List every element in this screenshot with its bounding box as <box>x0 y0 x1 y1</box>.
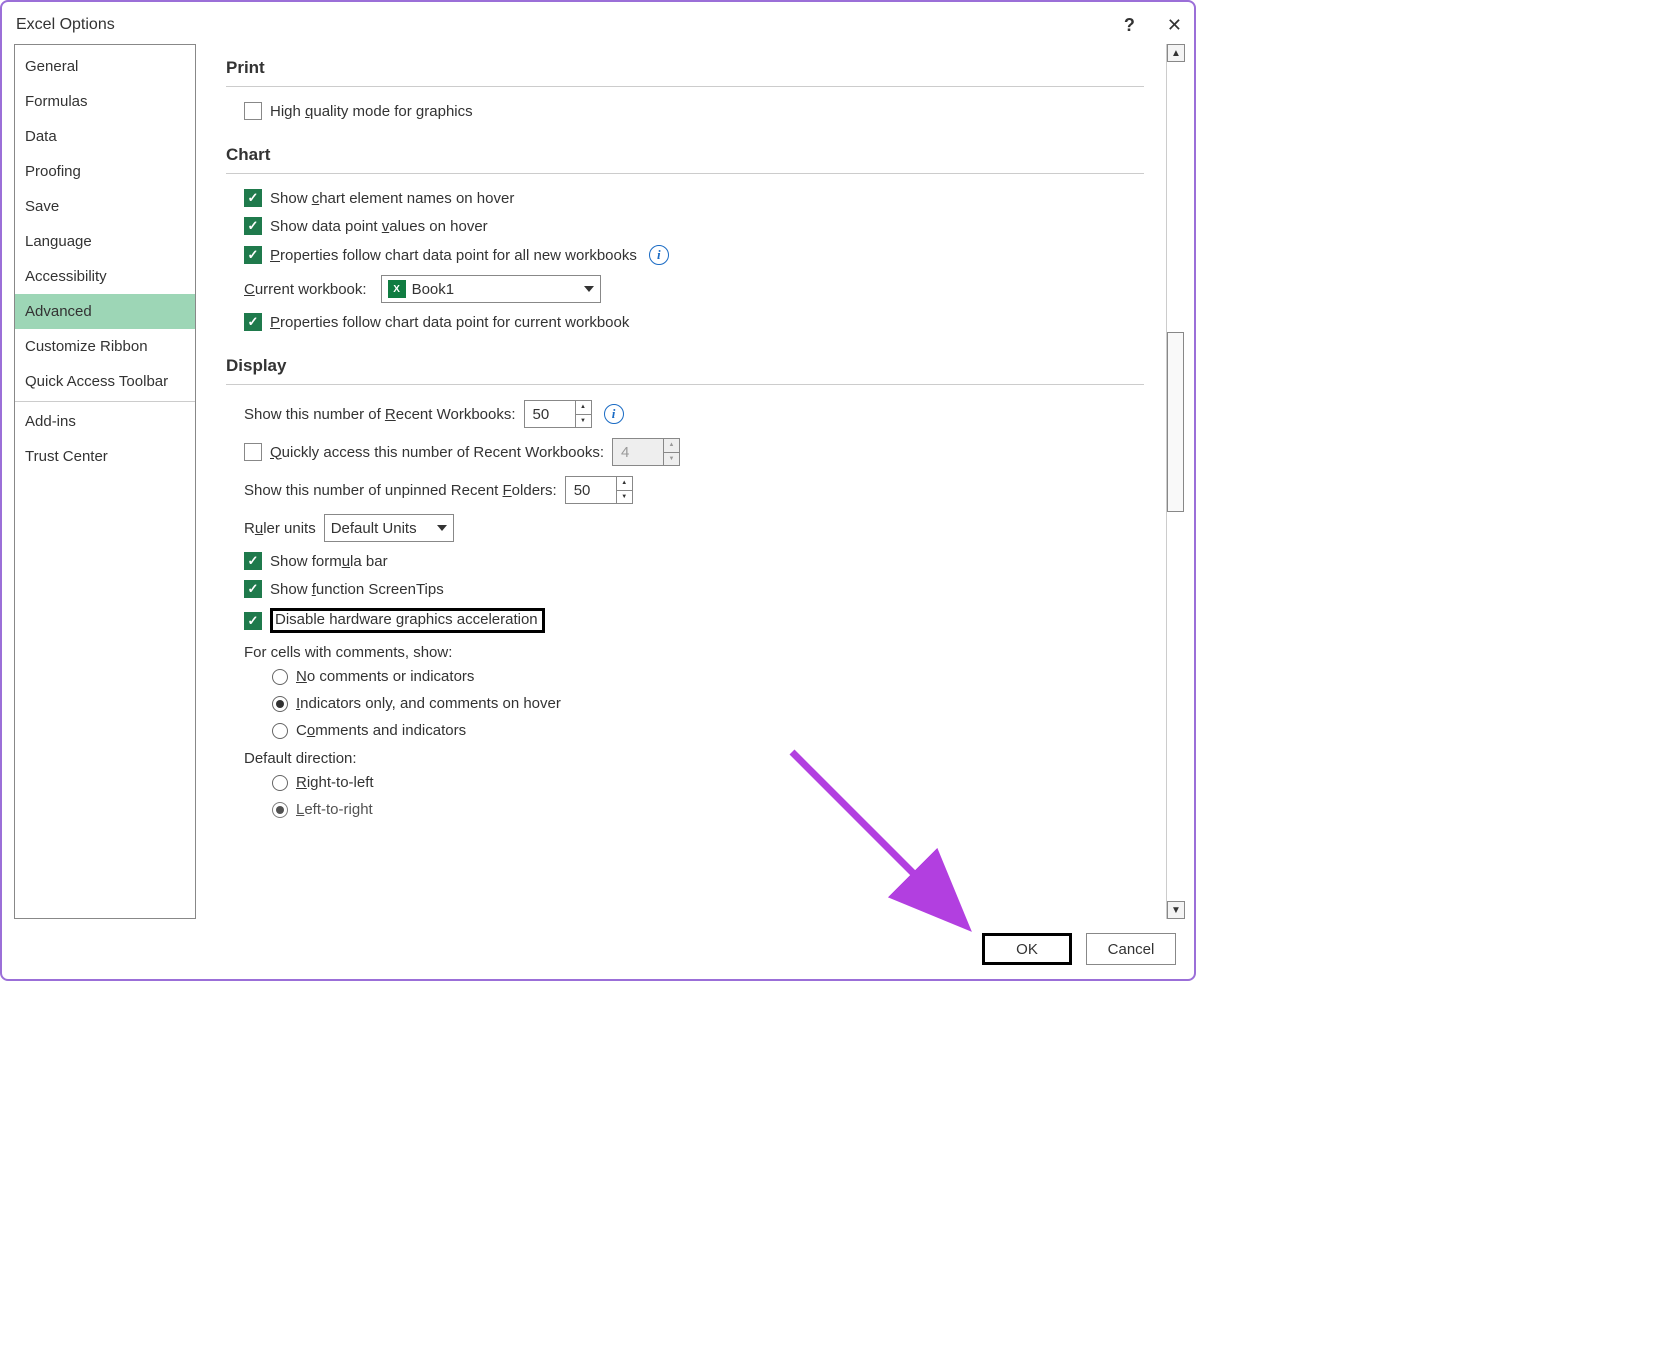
sidebar-item-formulas[interactable]: Formulas <box>15 84 195 119</box>
checkbox-formula-bar[interactable] <box>244 552 262 570</box>
sidebar: General Formulas Data Proofing Save Lang… <box>14 44 196 919</box>
sidebar-item-accessibility[interactable]: Accessibility <box>15 259 195 294</box>
spinner-recent-workbooks[interactable]: 50 ▲▼ <box>524 400 592 428</box>
excel-options-dialog: Excel Options ? ✕ General Formulas Data … <box>0 0 1196 981</box>
checkbox-data-point-values[interactable] <box>244 217 262 235</box>
combo-current-workbook-value: Book1 <box>412 281 455 298</box>
section-title-display: Display <box>226 350 1144 384</box>
titlebar: Excel Options ? ✕ <box>2 2 1194 44</box>
help-icon[interactable]: ? <box>1124 15 1135 36</box>
label-props-current-workbook: Properties follow chart data point for c… <box>270 314 629 331</box>
content-panel: Print High quality mode for graphics Cha… <box>202 44 1166 919</box>
combo-current-workbook[interactable]: Book1 <box>381 275 601 303</box>
chevron-down-icon <box>437 525 447 531</box>
label-high-quality: High quality mode for graphics <box>270 103 473 120</box>
radio-right-to-left[interactable] <box>272 775 288 791</box>
checkbox-props-current-workbook[interactable] <box>244 313 262 331</box>
dialog-title: Excel Options <box>16 16 115 34</box>
section-title-print: Print <box>226 52 1144 86</box>
sidebar-item-add-ins[interactable]: Add-ins <box>15 404 195 439</box>
radio-no-comments[interactable] <box>272 669 288 685</box>
sidebar-item-customize-ribbon[interactable]: Customize Ribbon <box>15 329 195 364</box>
combo-ruler-units[interactable]: Default Units <box>324 514 454 542</box>
spinner-recent-folders[interactable]: 50 ▲▼ <box>565 476 633 504</box>
sidebar-item-proofing[interactable]: Proofing <box>15 154 195 189</box>
label-recent-folders: Show this number of unpinned Recent Fold… <box>244 482 557 499</box>
spinner-quick-access-recent: 4 ▲▼ <box>612 438 680 466</box>
excel-file-icon <box>388 280 406 298</box>
label-disable-hardware-acceleration: Disable hardware graphics acceleration <box>275 611 538 628</box>
label-data-point-values: Show data point values on hover <box>270 218 488 235</box>
sidebar-item-data[interactable]: Data <box>15 119 195 154</box>
checkbox-quick-access-recent[interactable] <box>244 443 262 461</box>
info-icon[interactable] <box>604 404 624 424</box>
label-right-to-left: Right-to-left <box>296 774 374 791</box>
scrollbar[interactable]: ▲ ▼ <box>1166 44 1184 919</box>
sidebar-item-quick-access-toolbar[interactable]: Quick Access Toolbar <box>15 364 195 399</box>
label-comments-and-indicators: Comments and indicators <box>296 722 466 739</box>
section-title-chart: Chart <box>226 139 1144 173</box>
sidebar-item-save[interactable]: Save <box>15 189 195 224</box>
label-no-comments: No comments or indicators <box>296 668 474 685</box>
label-indicators-only: Indicators only, and comments on hover <box>296 695 561 712</box>
radio-left-to-right[interactable] <box>272 802 288 818</box>
label-left-to-right: Left-to-right <box>296 801 373 818</box>
sidebar-item-language[interactable]: Language <box>15 224 195 259</box>
label-formula-bar: Show formula bar <box>270 553 388 570</box>
label-comments-show: For cells with comments, show: <box>226 644 1144 661</box>
scroll-thumb[interactable] <box>1167 332 1184 512</box>
checkbox-function-screentips[interactable] <box>244 580 262 598</box>
label-ruler-units: Ruler units <box>244 520 316 537</box>
radio-comments-and-indicators[interactable] <box>272 723 288 739</box>
checkbox-props-all-workbooks[interactable] <box>244 246 262 264</box>
close-icon[interactable]: ✕ <box>1167 15 1182 36</box>
checkbox-chart-element-names[interactable] <box>244 189 262 207</box>
radio-indicators-only[interactable] <box>272 696 288 712</box>
label-quick-access-recent: Quickly access this number of Recent Wor… <box>270 444 604 461</box>
sidebar-item-advanced[interactable]: Advanced <box>15 294 195 329</box>
label-props-all-workbooks: Properties follow chart data point for a… <box>270 247 637 264</box>
label-recent-workbooks: Show this number of Recent Workbooks: <box>244 406 516 423</box>
checkbox-disable-hardware-acceleration[interactable] <box>244 612 262 630</box>
chevron-down-icon <box>584 286 594 292</box>
sidebar-item-general[interactable]: General <box>15 49 195 84</box>
combo-ruler-units-value: Default Units <box>331 520 417 537</box>
info-icon[interactable] <box>649 245 669 265</box>
cancel-button[interactable]: Cancel <box>1086 933 1176 965</box>
scroll-down-icon[interactable]: ▼ <box>1167 901 1185 919</box>
ok-button[interactable]: OK <box>982 933 1072 965</box>
label-chart-element-names: Show chart element names on hover <box>270 190 514 207</box>
scroll-up-icon[interactable]: ▲ <box>1167 44 1185 62</box>
label-default-direction: Default direction: <box>226 750 1144 767</box>
sidebar-item-trust-center[interactable]: Trust Center <box>15 439 195 474</box>
label-current-workbook: Current workbook: <box>244 281 367 298</box>
label-function-screentips: Show function ScreenTips <box>270 581 444 598</box>
checkbox-high-quality[interactable] <box>244 102 262 120</box>
